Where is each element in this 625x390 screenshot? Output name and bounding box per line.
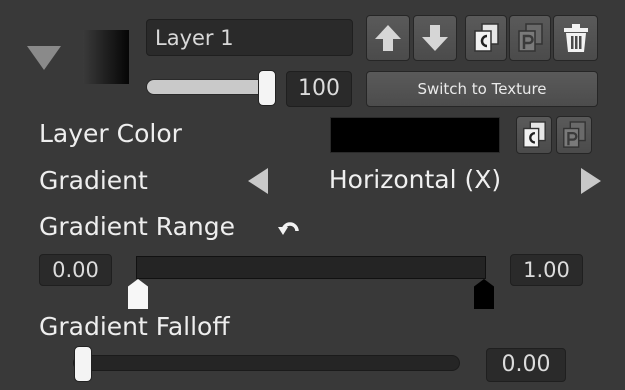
falloff-slider-handle[interactable] — [74, 346, 92, 382]
paste-icon — [518, 23, 543, 52]
gradient-next-icon[interactable] — [581, 168, 601, 194]
arrow-down-icon — [422, 25, 448, 51]
paste-button[interactable] — [509, 15, 551, 61]
range-end-marker[interactable] — [474, 279, 494, 309]
opacity-slider-track[interactable] — [146, 79, 272, 95]
collapse-arrow-icon[interactable] — [27, 46, 61, 70]
trash-icon — [563, 24, 588, 52]
paste-icon — [563, 121, 586, 148]
layer-preview-swatch — [83, 30, 129, 84]
move-down-button[interactable] — [413, 15, 457, 61]
layer-color-label: Layer Color — [39, 119, 182, 148]
gradient-range-bar[interactable] — [136, 256, 486, 279]
delete-button[interactable] — [553, 15, 598, 61]
color-copy-button[interactable] — [516, 116, 552, 154]
copy-icon — [523, 121, 546, 148]
opacity-input[interactable]: 100 — [286, 71, 352, 107]
gradient-mode-value: Horizontal (X) — [328, 165, 502, 194]
layer-name-input[interactable]: Layer 1 — [146, 19, 353, 56]
layer-color-field[interactable] — [330, 117, 500, 153]
color-paste-button[interactable] — [556, 116, 592, 154]
falloff-input[interactable]: 0.00 — [486, 348, 566, 382]
reset-icon[interactable] — [277, 216, 303, 240]
copy-icon — [474, 23, 499, 52]
gradient-falloff-label: Gradient Falloff — [39, 312, 230, 341]
falloff-slider-track[interactable] — [73, 355, 460, 371]
gradient-range-label: Gradient Range — [39, 212, 235, 241]
gradient-label: Gradient — [39, 166, 148, 195]
range-start-marker[interactable] — [128, 279, 148, 309]
arrow-up-icon — [375, 25, 401, 51]
range-max-input[interactable]: 1.00 — [510, 254, 583, 286]
copy-button[interactable] — [465, 15, 507, 61]
move-up-button[interactable] — [366, 15, 410, 61]
gradient-prev-icon[interactable] — [248, 168, 268, 194]
switch-to-texture-button[interactable]: Switch to Texture — [366, 71, 598, 107]
opacity-slider-handle[interactable] — [258, 70, 276, 106]
range-min-input[interactable]: 0.00 — [39, 254, 112, 286]
